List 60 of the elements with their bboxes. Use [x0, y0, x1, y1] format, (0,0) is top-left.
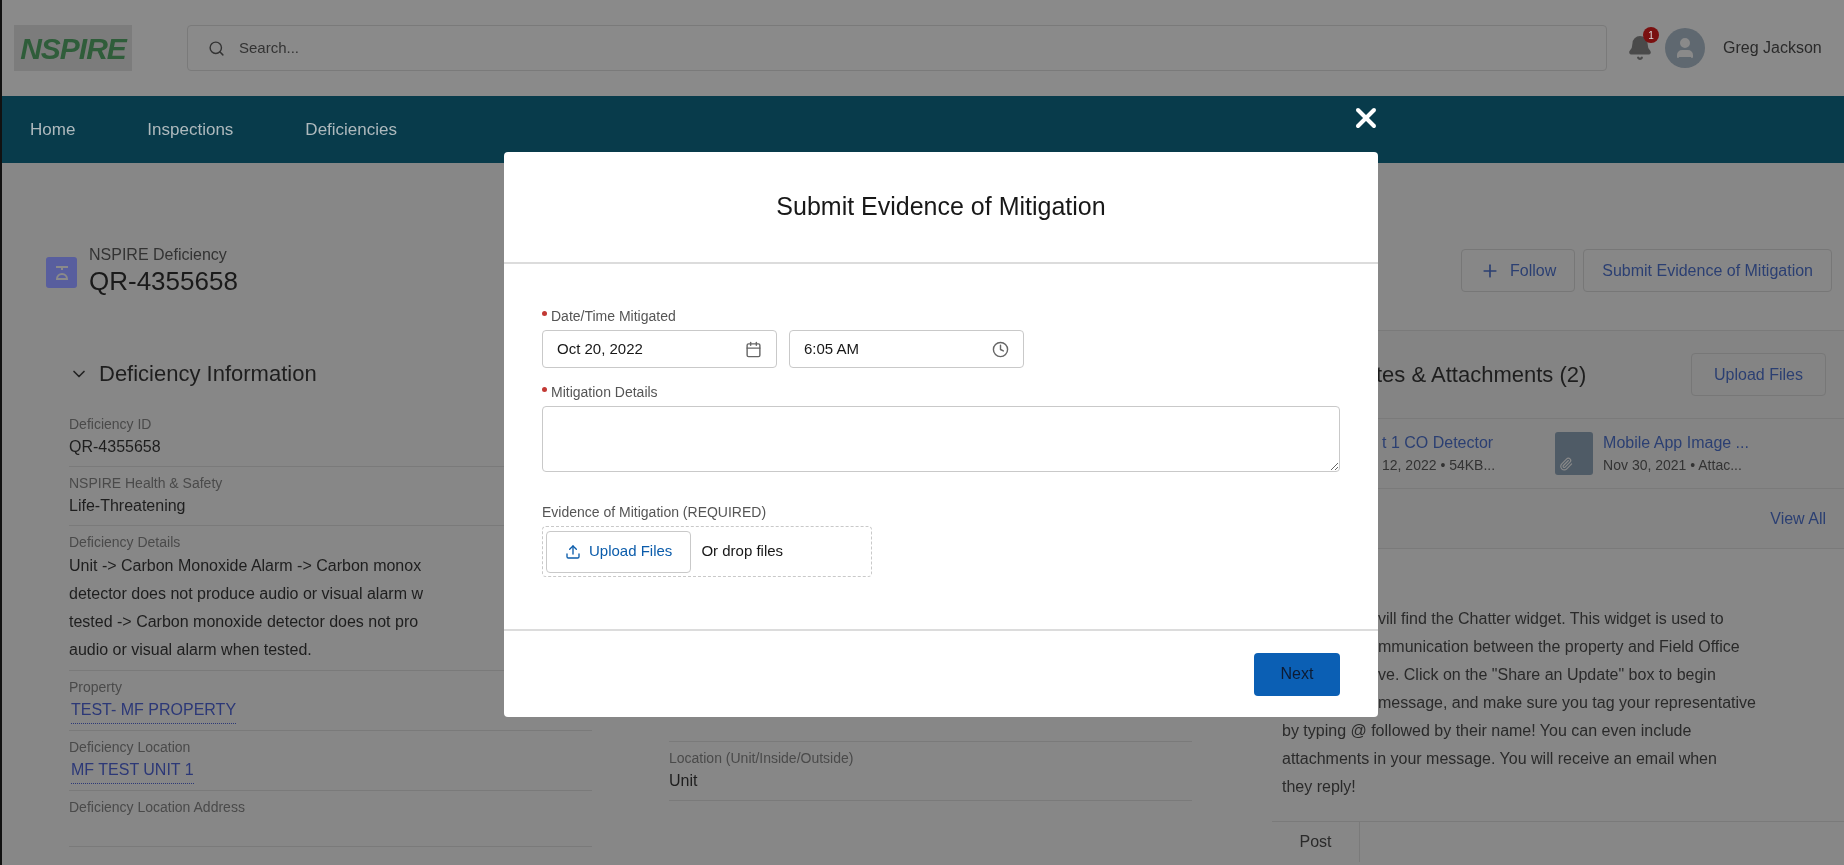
section-title: Deficiency Information — [99, 360, 317, 388]
field-label: Evidence of Mitigation (REQUIRED) — [542, 503, 767, 522]
user-name[interactable]: Greg Jackson — [1723, 36, 1822, 60]
chatter-text-line: they reply! — [1282, 777, 1356, 797]
post-tab[interactable]: Post — [1272, 822, 1360, 862]
logo: NSPIRE — [14, 25, 132, 71]
nav-tab[interactable]: Home — [30, 116, 76, 143]
search-field[interactable]: Search... — [187, 25, 1607, 71]
chatter-text-line: mmunication between the property and Field Office — [1378, 637, 1740, 657]
chatter-text-line: message, and make sure you tag your representative — [1378, 693, 1756, 713]
file-name[interactable]: Mobile App Image ... — [1603, 431, 1749, 455]
details-text-line: Unit -> Carbon Monoxide Alarm -> Carbon monox — [69, 556, 422, 576]
field-label: Deficiency Location Address — [69, 798, 245, 817]
search-icon — [208, 39, 225, 57]
file-meta: 12, 2022 • 54KB... — [1382, 456, 1496, 475]
field-label: Deficiency ID — [69, 415, 152, 434]
record-link[interactable]: MF TEST UNIT 1 — [71, 757, 194, 784]
field-label: Deficiency Details — [69, 533, 181, 552]
clock-icon — [992, 340, 1009, 358]
nav-tab[interactable]: Inspections — [147, 116, 234, 143]
details-text-line: tested -> Carbon monoxide detector does not pro — [69, 612, 419, 632]
action-button[interactable]: Follow — [1461, 249, 1576, 292]
file-dropzone[interactable]: Upload Files Or drop files — [542, 526, 872, 577]
field-value: QR-4355658 — [69, 437, 161, 457]
search-input[interactable]: Search... — [239, 36, 1586, 60]
drop-hint: Or drop files — [701, 541, 784, 562]
file-icon — [1555, 432, 1594, 475]
time-field[interactable]: 6:05 AM — [789, 330, 1024, 368]
date-field[interactable]: Oct 20, 2022 — [542, 330, 777, 368]
field-value: Life-Threatening — [69, 496, 186, 516]
details-text-line: audio or visual alarm when tested. — [69, 640, 312, 660]
calendar-icon — [745, 340, 762, 358]
field-label: Date/Time Mitigated — [551, 307, 676, 326]
record-link[interactable]: TEST- MF PROPERTY — [71, 697, 237, 724]
view-all-link[interactable]: View All — [1770, 506, 1826, 531]
card-title: tes & Attachments (2) — [1376, 361, 1587, 389]
file-meta: Nov 30, 2021 • Attac... — [1603, 456, 1743, 475]
action-button[interactable]: Submit Evidence of Mitigation — [1583, 249, 1832, 292]
next-button[interactable]: Next — [1254, 652, 1340, 696]
chatter-text-line: ve. Click on the "Share an Update" box to begin — [1378, 665, 1716, 685]
field-label: Deficiency Location — [69, 738, 191, 757]
details-text-line: detector does not produce audio or visual alarm w — [69, 584, 423, 604]
field-label: NSPIRE Health & Safety — [69, 474, 223, 493]
upload-icon — [565, 543, 581, 560]
upload-files-button[interactable]: Upload Files — [1691, 353, 1826, 396]
field-label: Location (Unit/Inside/Outside) — [669, 749, 854, 768]
field-value: Unit — [669, 771, 698, 791]
chatter-text-line: by typing @ followed by their name! You can even include — [1282, 721, 1692, 741]
chatter-text-line: attachments in your message. You will receive an email when — [1282, 749, 1717, 769]
chatter-text-line: vill find the Chatter widget. This widget is used to — [1378, 609, 1724, 629]
notification-count: 1 — [1643, 27, 1659, 43]
avatar[interactable] — [1665, 28, 1705, 68]
field-label: Property — [69, 678, 122, 697]
file-name[interactable]: t 1 CO Detector — [1382, 431, 1496, 455]
upload-files-button[interactable]: Upload Files — [546, 530, 692, 573]
nav-tab[interactable]: Deficiencies — [305, 116, 397, 143]
field-label: Mitigation Details — [551, 383, 658, 402]
record-type: NSPIRE Deficiency — [89, 245, 228, 265]
record-title: QR-4355658 — [89, 265, 238, 297]
modal-title: Submit Evidence of Mitigation — [776, 191, 1106, 223]
